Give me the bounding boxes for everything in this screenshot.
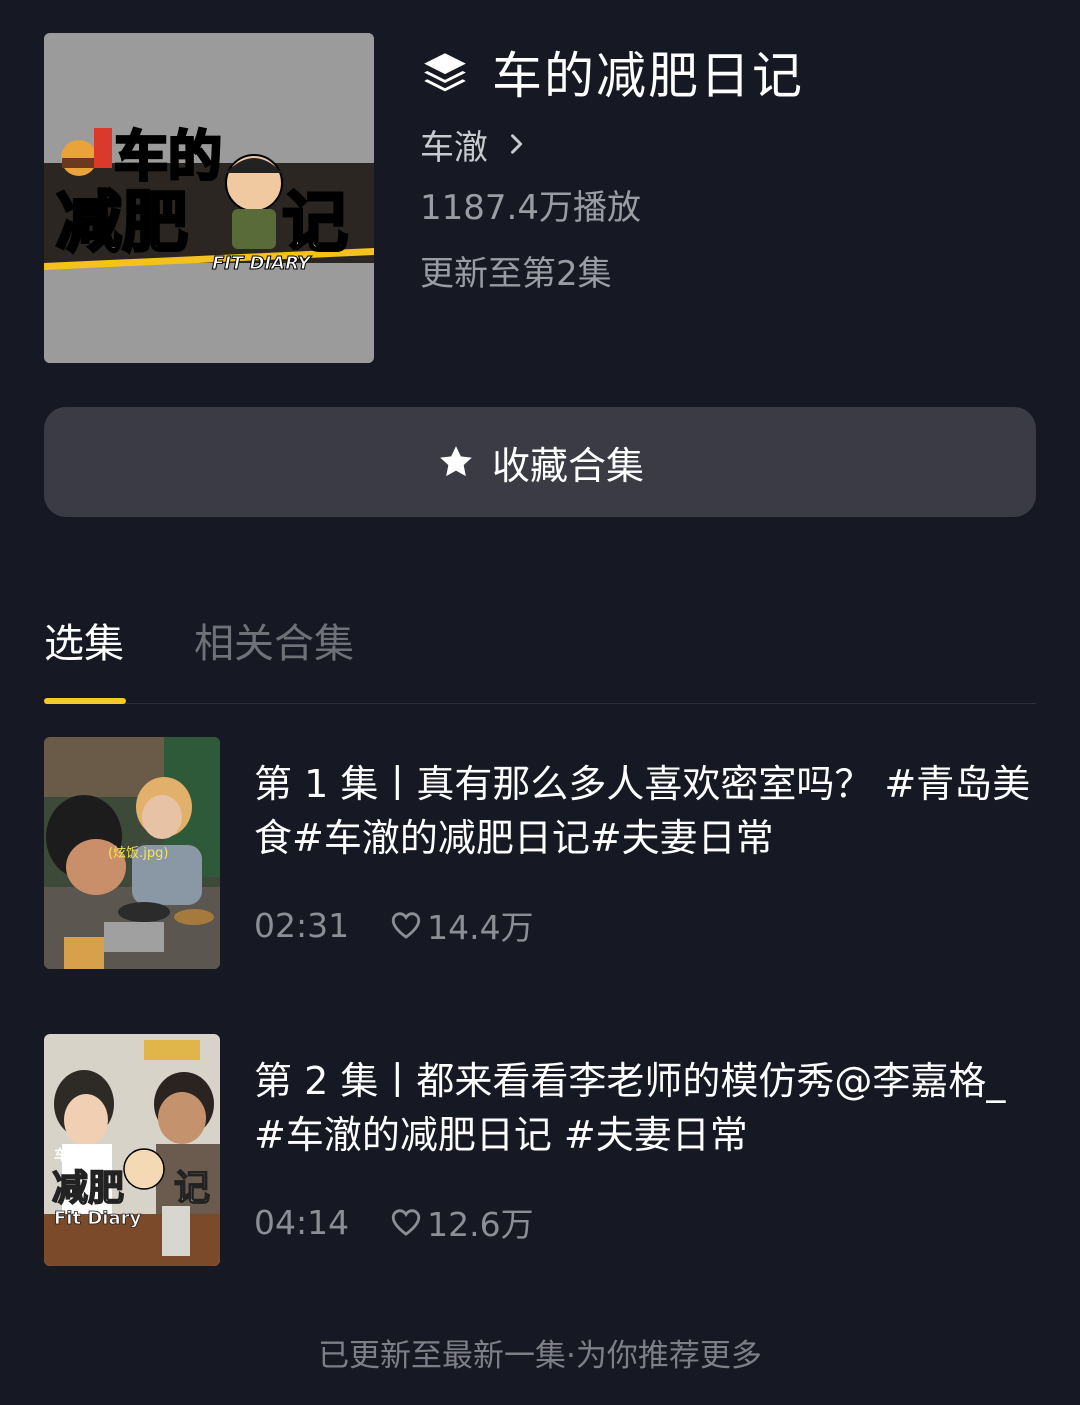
thumb-caption-top: 车的 <box>54 1147 82 1164</box>
likes-count: 14.4万 <box>427 908 534 947</box>
cover-text-sub: FIT DIARY <box>212 253 312 274</box>
heart-icon <box>391 1209 421 1236</box>
cover-text-main: 减肥 <box>56 184 188 261</box>
cover-text-top: 车的 <box>114 125 222 188</box>
episode-thumbnail[interactable]: 车的 减肥 记 Fit Diary <box>44 1034 220 1266</box>
favorite-collection-button[interactable]: 收藏合集 <box>44 407 1036 517</box>
layers-icon <box>424 53 466 92</box>
collection-cover[interactable]: 车的 减肥 记 FIT DIARY <box>44 33 374 363</box>
heart-icon <box>391 912 421 939</box>
author-link[interactable]: 车澈 <box>420 118 530 170</box>
footer-recommend-text: 已更新至最新一集·为你推荐更多 <box>318 1338 762 1374</box>
collection-title-row: 车的减肥日记 <box>420 38 804 106</box>
chevron-right-icon <box>511 134 523 154</box>
thumb-caption-sub: Fit Diary <box>54 1208 141 1229</box>
author-name: 车澈 <box>420 127 488 168</box>
tab-bar: 选集 相关合集 <box>44 612 1036 704</box>
episode-duration: 02:31 <box>254 905 350 945</box>
update-status: 更新至第2集 <box>420 254 612 294</box>
star-icon <box>440 446 472 477</box>
episode-thumbnail[interactable]: (炫饭.jpg) <box>44 737 220 969</box>
episode-likes: 14.4万 <box>389 901 534 949</box>
episode-meta: 04:14 12.6万 <box>254 1198 534 1246</box>
favorite-button-label: 收藏合集 <box>491 443 644 488</box>
thumb-caption-main: 减肥 <box>52 1168 124 1209</box>
cover-text-ji: 记 <box>282 184 348 261</box>
tab-related-collections[interactable]: 相关合集 <box>194 612 354 676</box>
episode-title[interactable]: 第 2 集丨都来看看李老师的模仿秀@李嘉格_ #车澈的减肥日记 #夫妻日常 <box>254 1054 1044 1162</box>
thumb-caption-ji: 记 <box>174 1168 210 1209</box>
episode-likes: 12.6万 <box>389 1198 534 1246</box>
active-tab-indicator <box>44 698 126 704</box>
tab-episodes[interactable]: 选集 <box>44 612 124 676</box>
episode-duration: 04:14 <box>254 1202 350 1242</box>
likes-count: 12.6万 <box>427 1205 534 1244</box>
thumb-caption: (炫饭.jpg) <box>108 845 168 861</box>
play-count: 1187.4万播放 <box>420 188 641 228</box>
episode-title[interactable]: 第 1 集丨真有那么多人喜欢密室吗？ #青岛美食#车澈的减肥日记#夫妻日常 <box>254 757 1044 865</box>
episode-item[interactable]: 车的 减肥 记 Fit Diary 第 2 集丨都来看看李老师的模仿秀@李嘉格_… <box>44 1034 1036 1266</box>
episode-item[interactable]: (炫饭.jpg) 第 1 集丨真有那么多人喜欢密室吗？ #青岛美食#车澈的减肥日… <box>44 737 1036 969</box>
collection-title: 车的减肥日记 <box>492 47 804 105</box>
episode-meta: 02:31 14.4万 <box>254 901 534 949</box>
